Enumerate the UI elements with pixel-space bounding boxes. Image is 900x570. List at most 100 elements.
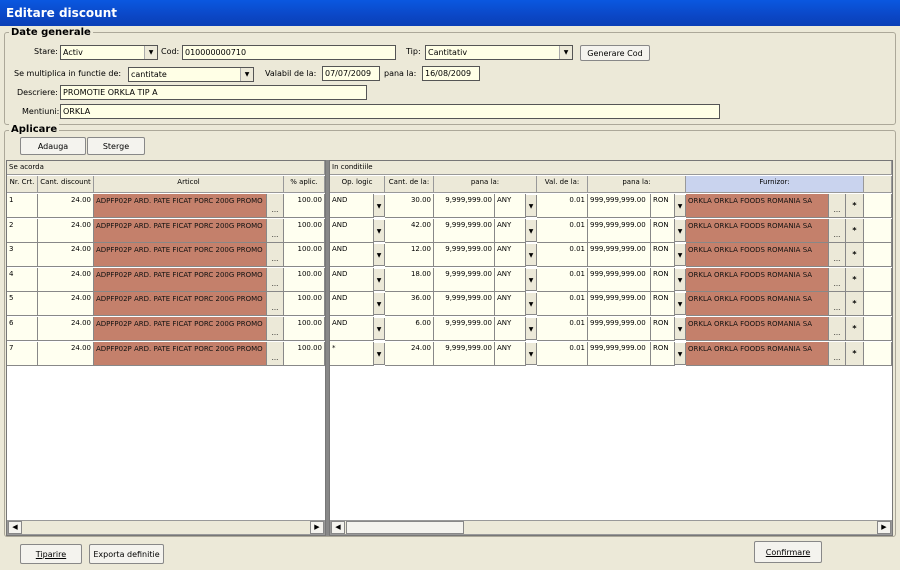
- currency-cell[interactable]: RON: [651, 317, 675, 341]
- cant-to-cell[interactable]: 9,999,999.00: [434, 341, 495, 366]
- chevron-down-icon[interactable]: ▼: [526, 318, 537, 340]
- star-icon[interactable]: *: [846, 317, 864, 341]
- chevron-down-icon[interactable]: ▼: [675, 268, 686, 291]
- ellipsis-icon[interactable]: ...: [267, 267, 284, 292]
- chevron-down-icon[interactable]: ▼: [526, 219, 537, 242]
- currency-cell[interactable]: RON: [651, 267, 675, 292]
- val-to-cell[interactable]: 999,999,999.00: [588, 341, 651, 366]
- star-icon[interactable]: *: [846, 218, 864, 243]
- ellipsis-icon[interactable]: ...: [829, 218, 846, 243]
- furnizor-cell[interactable]: ORKLA ORKLA FOODS ROMANIA SA: [686, 243, 829, 268]
- val-from-cell[interactable]: 0.01: [537, 341, 588, 366]
- val-from-cell[interactable]: 0.01: [537, 243, 588, 268]
- op-logic-cell[interactable]: AND: [330, 218, 374, 243]
- articol-cell[interactable]: ADPFP02P ARD. PATE FICAT PORC 200G PROMO: [94, 292, 267, 317]
- cant-discount-cell[interactable]: 24.00: [38, 218, 94, 243]
- star-icon[interactable]: *: [846, 243, 864, 268]
- articol-cell[interactable]: ADPFP02P ARD. PATE FICAT PORC 200G PROMO: [94, 218, 267, 243]
- scroll-thumb[interactable]: [346, 521, 464, 534]
- chevron-down-icon[interactable]: ▼: [374, 318, 385, 340]
- descriere-field[interactable]: PROMOTIE ORKLA TIP A: [60, 85, 367, 100]
- ellipsis-icon[interactable]: ...: [829, 243, 846, 268]
- cant-to-cell[interactable]: 9,999,999.00: [434, 194, 495, 218]
- extra-cell[interactable]: [864, 292, 892, 317]
- aplic-cell[interactable]: 100.00: [284, 194, 325, 218]
- scroll-left-icon[interactable]: ◀: [331, 521, 345, 534]
- op-logic-cell[interactable]: AND: [330, 267, 374, 292]
- op-logic-cell[interactable]: AND: [330, 317, 374, 341]
- generate-code-button[interactable]: Generare Cod: [580, 45, 650, 61]
- ellipsis-icon[interactable]: ...: [267, 194, 284, 218]
- cant-discount-cell[interactable]: 24.00: [38, 194, 94, 218]
- val-from-cell[interactable]: 0.01: [537, 218, 588, 243]
- ellipsis-icon[interactable]: ...: [267, 243, 284, 268]
- cant-to-cell[interactable]: 9,999,999.00: [434, 292, 495, 317]
- chevron-down-icon[interactable]: ▼: [374, 268, 385, 291]
- cant-from-cell[interactable]: 24.00: [385, 341, 434, 366]
- unit-cell[interactable]: ANY: [495, 341, 526, 366]
- currency-cell[interactable]: RON: [651, 292, 675, 317]
- currency-cell[interactable]: RON: [651, 218, 675, 243]
- unit-cell[interactable]: ANY: [495, 243, 526, 268]
- chevron-down-icon[interactable]: ▼: [675, 342, 686, 365]
- val-to-cell[interactable]: 999,999,999.00: [588, 194, 651, 218]
- chevron-down-icon[interactable]: ▼: [675, 219, 686, 242]
- extra-cell[interactable]: [864, 317, 892, 341]
- chevron-down-icon[interactable]: ▼: [374, 244, 385, 267]
- ellipsis-icon[interactable]: ...: [829, 194, 846, 218]
- chevron-down-icon[interactable]: ▼: [675, 195, 686, 217]
- currency-cell[interactable]: RON: [651, 243, 675, 268]
- ellipsis-icon[interactable]: ...: [267, 317, 284, 341]
- scroll-right-icon[interactable]: ▶: [310, 521, 324, 534]
- ellipsis-icon[interactable]: ...: [267, 218, 284, 243]
- chevron-down-icon[interactable]: ▼: [526, 195, 537, 217]
- chevron-down-icon[interactable]: ▼: [374, 342, 385, 365]
- val-from-cell[interactable]: 0.01: [537, 292, 588, 317]
- op-logic-cell[interactable]: *: [330, 341, 374, 366]
- cod-field[interactable]: 010000000710: [182, 45, 396, 60]
- window-title-bar[interactable]: Editare discount: [0, 0, 900, 26]
- valabil-from-field[interactable]: 07/07/2009: [322, 66, 380, 81]
- extra-cell[interactable]: [864, 194, 892, 218]
- valabil-to-field[interactable]: 16/08/2009: [422, 66, 480, 81]
- currency-cell[interactable]: RON: [651, 341, 675, 366]
- cant-discount-cell[interactable]: 24.00: [38, 292, 94, 317]
- aplic-cell[interactable]: 100.00: [284, 218, 325, 243]
- unit-cell[interactable]: ANY: [495, 267, 526, 292]
- chevron-down-icon[interactable]: ▼: [374, 219, 385, 242]
- ellipsis-icon[interactable]: ...: [829, 341, 846, 366]
- star-icon[interactable]: *: [846, 194, 864, 218]
- cant-to-cell[interactable]: 9,999,999.00: [434, 243, 495, 268]
- val-from-cell[interactable]: 0.01: [537, 267, 588, 292]
- cant-to-cell[interactable]: 9,999,999.00: [434, 317, 495, 341]
- val-to-cell[interactable]: 999,999,999.00: [588, 243, 651, 268]
- aplic-cell[interactable]: 100.00: [284, 341, 325, 366]
- ellipsis-icon[interactable]: ...: [829, 317, 846, 341]
- furnizor-cell[interactable]: ORKLA ORKLA FOODS ROMANIA SA: [686, 341, 829, 366]
- val-to-cell[interactable]: 999,999,999.00: [588, 317, 651, 341]
- ellipsis-icon[interactable]: ...: [267, 292, 284, 317]
- furnizor-cell[interactable]: ORKLA ORKLA FOODS ROMANIA SA: [686, 218, 829, 243]
- chevron-down-icon[interactable]: ▼: [526, 293, 537, 316]
- val-to-cell[interactable]: 999,999,999.00: [588, 218, 651, 243]
- print-button[interactable]: Tiparire: [20, 544, 82, 564]
- currency-cell[interactable]: RON: [651, 194, 675, 218]
- op-logic-cell[interactable]: AND: [330, 194, 374, 218]
- furnizor-cell[interactable]: ORKLA ORKLA FOODS ROMANIA SA: [686, 317, 829, 341]
- unit-cell[interactable]: ANY: [495, 218, 526, 243]
- articol-cell[interactable]: ADPFP02P ARD. PATE FICAT PORC 200G PROMO: [94, 243, 267, 268]
- articol-cell[interactable]: ADPFP02P ARD. PATE FICAT PORC 200G PROMO: [94, 194, 267, 218]
- cant-discount-cell[interactable]: 24.00: [38, 267, 94, 292]
- cant-discount-cell[interactable]: 24.00: [38, 341, 94, 366]
- ellipsis-icon[interactable]: ...: [267, 341, 284, 366]
- op-logic-cell[interactable]: AND: [330, 243, 374, 268]
- cant-from-cell[interactable]: 12.00: [385, 243, 434, 268]
- chevron-down-icon[interactable]: ▼: [675, 244, 686, 267]
- stare-select[interactable]: Activ ▼: [60, 45, 158, 60]
- scroll-right-icon[interactable]: ▶: [877, 521, 891, 534]
- cant-from-cell[interactable]: 30.00: [385, 194, 434, 218]
- chevron-down-icon[interactable]: ▼: [675, 293, 686, 316]
- mentiuni-field[interactable]: ORKLA: [60, 104, 720, 119]
- scroll-left-icon[interactable]: ◀: [8, 521, 22, 534]
- val-to-cell[interactable]: 999,999,999.00: [588, 292, 651, 317]
